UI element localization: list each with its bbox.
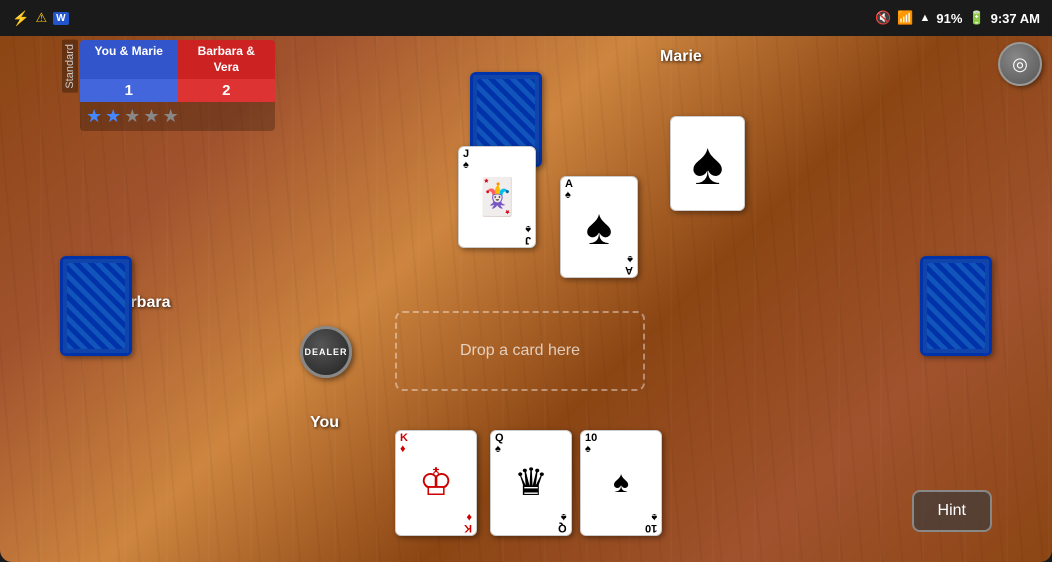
team2-score: 2	[178, 79, 276, 102]
drop-zone-text: Drop a card here	[460, 342, 580, 360]
stars-row: ★ ★ ★ ★ ★	[80, 102, 275, 131]
queen-spades-card[interactable]: Q♠ ♛ Q♠	[490, 430, 572, 536]
king-diamonds-card[interactable]: K♦ ♔ K♦	[395, 430, 477, 536]
left-deck-card	[60, 256, 132, 356]
queen-figure: ♛	[514, 464, 548, 502]
star-5: ★	[163, 106, 179, 127]
usb-icon: ⚡	[12, 10, 29, 27]
dealer-token: DEALER	[300, 326, 352, 378]
team1-score: 1	[80, 79, 178, 102]
star-3: ★	[124, 106, 140, 127]
score-teams: You & Marie Barbara & Vera	[80, 40, 275, 79]
right-deck-card	[920, 256, 992, 356]
battery-percent: 91%	[936, 11, 962, 26]
team1-name: You & Marie	[80, 40, 178, 79]
team2-name: Barbara & Vera	[178, 40, 276, 79]
ace-spades-symbol: ♠	[586, 202, 613, 252]
player-marie-label: Marie	[660, 48, 702, 66]
wifi-icon: 📶	[897, 10, 913, 26]
top-spade-symbol: ♠	[692, 134, 724, 194]
settings-icon: ◎	[1012, 54, 1028, 75]
jack-figure: 🃏	[475, 179, 520, 215]
ace-spades-card[interactable]: A♠ ♠ A♠	[560, 176, 638, 278]
ten-spades-symbol: ♠	[613, 468, 629, 498]
player-you-label: You	[310, 414, 339, 432]
star-1: ★	[86, 106, 102, 127]
status-right: 🔇 📶 ▲ 91% 🔋 9:37 AM	[875, 10, 1040, 26]
game-type-label: Standard	[62, 40, 78, 93]
signal-icon: ▲	[920, 12, 931, 24]
ten-spades-card[interactable]: 10♠ ♠ 10♠	[580, 430, 662, 536]
drop-zone[interactable]: Drop a card here	[395, 311, 645, 391]
word-icon: W	[53, 12, 68, 25]
settings-button[interactable]: ◎	[998, 42, 1042, 86]
game-area: Standard You & Marie Barbara & Vera 1 2 …	[0, 36, 1052, 562]
status-bar: ⚡ ⚠ W 🔇 📶 ▲ 91% 🔋 9:37 AM	[0, 0, 1052, 36]
star-4: ★	[143, 106, 159, 127]
score-panel: You & Marie Barbara & Vera 1 2 ★ ★ ★ ★ ★	[80, 40, 275, 131]
alert-icon: ⚠	[35, 10, 47, 26]
hint-button[interactable]: Hint	[912, 490, 992, 532]
king-figure: ♔	[419, 464, 453, 502]
time: 9:37 AM	[991, 11, 1040, 26]
top-spade-card: ♠	[670, 116, 745, 211]
status-left: ⚡ ⚠ W	[12, 10, 69, 27]
star-2: ★	[105, 106, 121, 127]
mute-icon: 🔇	[875, 10, 891, 26]
phone-frame: ⚡ ⚠ W 🔇 📶 ▲ 91% 🔋 9:37 AM Standard You &…	[0, 0, 1052, 562]
dealer-label: DEALER	[304, 347, 347, 357]
jack-spades-card[interactable]: J♠ 🃏 J♠	[458, 146, 536, 248]
battery-icon: 🔋	[968, 10, 984, 26]
score-numbers: 1 2	[80, 79, 275, 102]
